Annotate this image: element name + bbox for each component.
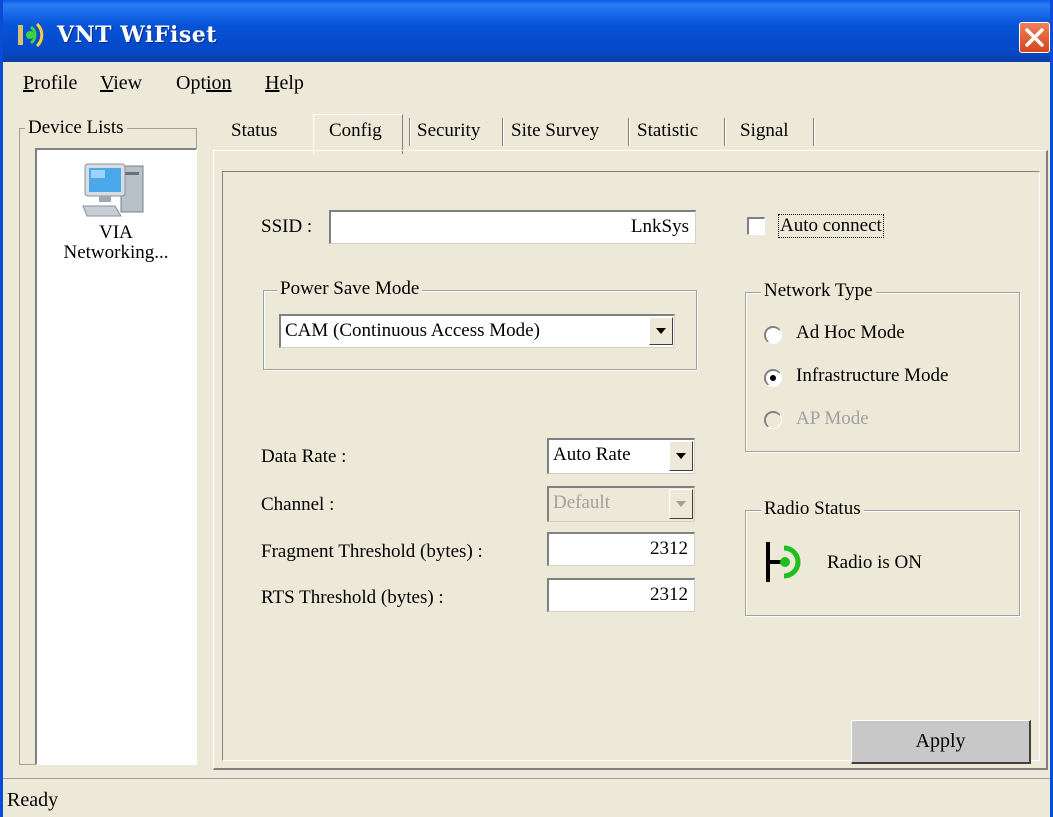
close-button[interactable] [1019,22,1050,53]
wifi-signal-icon [18,22,44,48]
ssid-label: SSID : [261,216,313,237]
power-save-value: CAM (Continuous Access Mode) [285,320,540,341]
ap-mode-radio [764,411,782,429]
config-inner-panel: SSID : LnkSys Auto connect Power Save Mo… [222,171,1040,764]
menu-bar: Profile View Option Help [3,62,1050,102]
tab-signal[interactable]: Signal [740,120,789,142]
ad-hoc-radio[interactable] [764,326,782,344]
apply-button[interactable]: Apply [851,720,1031,764]
tab-site-survey[interactable]: Site Survey [511,120,599,142]
channel-value: Default [553,492,610,513]
chevron-down-icon[interactable] [649,317,673,345]
config-tab-panel: SSID : LnkSys Auto connect Power Save Mo… [213,150,1048,770]
fragment-threshold-label: Fragment Threshold (bytes) : [261,541,483,562]
menu-profile[interactable]: Profile [23,72,77,95]
infrastructure-label[interactable]: Infrastructure Mode [796,365,948,387]
fragment-threshold-input[interactable]: 2312 [547,532,695,566]
data-rate-label: Data Rate : [261,446,347,467]
chevron-down-icon[interactable] [669,441,693,471]
tab-separator [813,118,815,146]
channel-select: Default [547,486,695,522]
tab-separator [628,118,630,146]
computer-icon[interactable] [81,160,149,222]
ad-hoc-label[interactable]: Ad Hoc Mode [796,322,905,344]
device-lists-legend: Device Lists [25,117,127,139]
tab-separator [409,118,411,146]
data-rate-select[interactable]: Auto Rate [547,438,695,474]
radio-on-icon [766,542,801,582]
menu-option[interactable]: Option [176,72,232,95]
data-rate-value: Auto Rate [553,444,631,465]
tab-separator [724,118,726,146]
power-save-legend: Power Save Mode [277,278,423,300]
rts-threshold-label: RTS Threshold (bytes) : [261,587,444,608]
auto-connect-label[interactable]: Auto connect [778,214,884,238]
tab-statistic[interactable]: Statistic [637,120,698,142]
network-type-legend: Network Type [761,280,876,302]
tab-control: Status Config Security Site Survey Stati… [213,112,1048,770]
ap-mode-label: AP Mode [796,408,869,429]
infrastructure-radio[interactable] [764,369,782,387]
chevron-down-icon [669,489,693,519]
status-text: Ready [7,789,59,811]
menu-help[interactable]: Help [265,72,304,95]
tab-status[interactable]: Status [231,120,277,142]
tab-config[interactable]: Config [329,120,382,142]
menu-view[interactable]: View [100,72,142,95]
power-save-select[interactable]: CAM (Continuous Access Mode) [279,314,675,348]
device-name-line1[interactable]: VIA [37,222,195,244]
radio-status-legend: Radio Status [761,498,864,520]
close-icon [1025,28,1044,47]
title-bar[interactable]: VNT WiFiset [3,0,1050,62]
radio-status-text: Radio is ON [827,552,922,573]
ssid-input[interactable]: LnkSys [329,210,696,244]
status-bar: Ready [3,778,1050,817]
app-window: VNT WiFiset Profile View Option Help Dev… [0,0,1053,817]
rts-threshold-input[interactable]: 2312 [547,578,695,612]
tab-security[interactable]: Security [417,120,480,142]
device-name-line2[interactable]: Networking... [37,242,195,264]
channel-label: Channel : [261,494,335,515]
tab-separator [502,118,504,146]
window-title: VNT WiFiset [57,22,217,48]
device-list[interactable]: VIA Networking... [35,148,197,765]
auto-connect-checkbox[interactable] [747,217,765,235]
